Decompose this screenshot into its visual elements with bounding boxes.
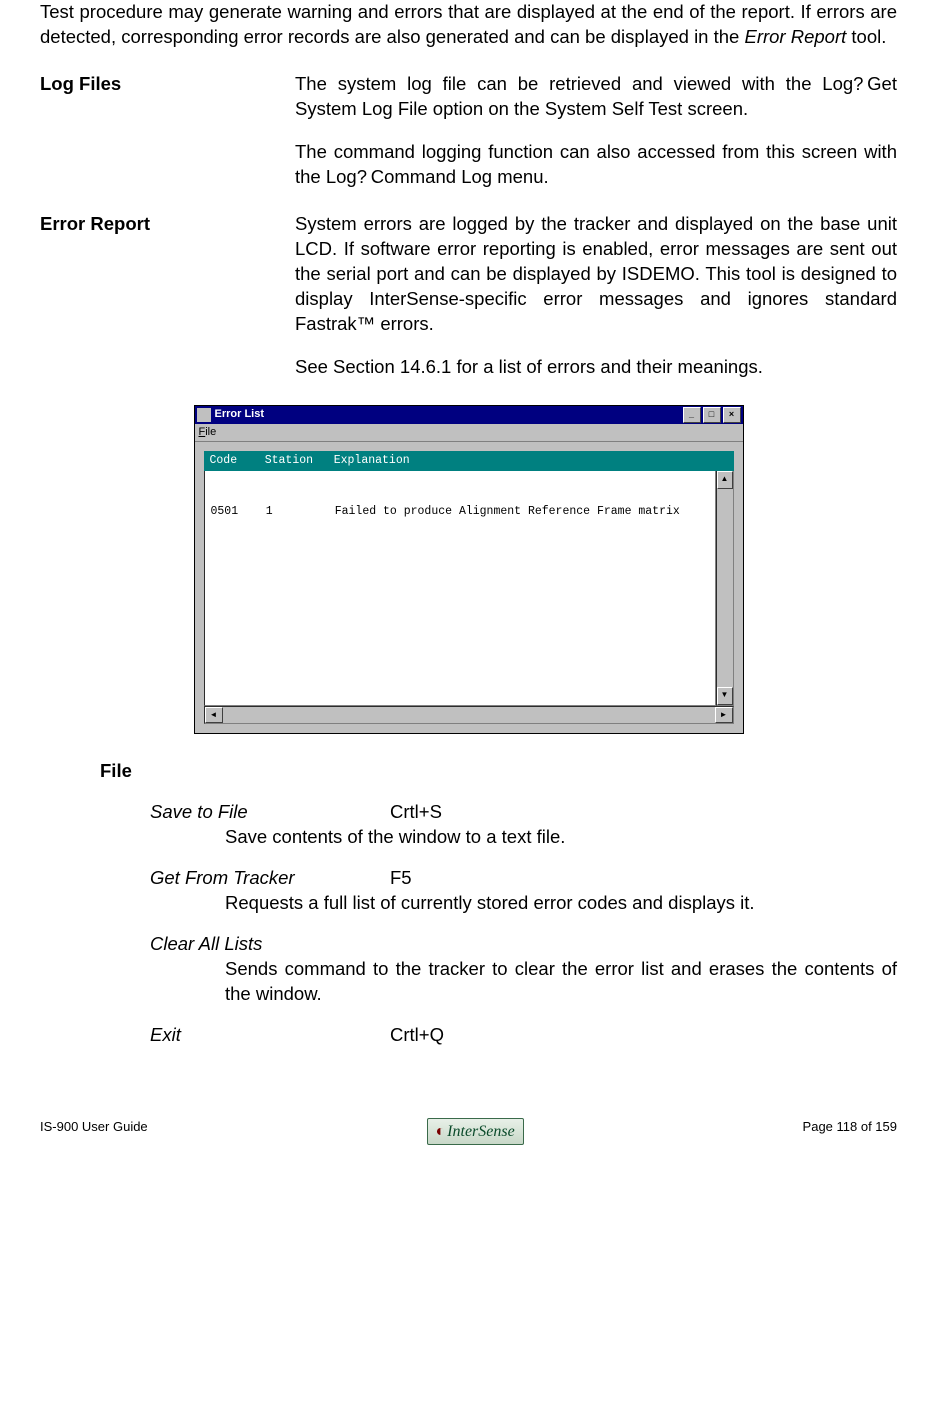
window-icon xyxy=(197,408,211,422)
intersense-logo: ◐InterSense xyxy=(427,1118,524,1146)
minimize-button[interactable]: _ xyxy=(683,407,701,423)
footer-right: Page 118 of 159 xyxy=(803,1118,897,1136)
menu-item-save: Save to File Crtl+S Save contents of the… xyxy=(150,800,897,850)
menu-shortcut: Crtl+S xyxy=(390,800,442,825)
scroll-down-button[interactable]: ▼ xyxy=(717,687,733,705)
error-list-window: Error List _ □ × File Code Station Expla… xyxy=(194,405,744,734)
window-titlebar[interactable]: Error List _ □ × xyxy=(195,406,743,424)
log-files-p2: The command logging function can also ac… xyxy=(295,140,897,190)
error-report-p2: See Section 14.6.1 for a list of errors … xyxy=(295,355,897,380)
file-menu-section: File Save to File Crtl+S Save contents o… xyxy=(100,759,897,1048)
menu-desc: Requests a full list of currently stored… xyxy=(225,891,897,916)
menu-desc: Save contents of the window to a text fi… xyxy=(225,825,897,850)
vertical-scrollbar[interactable]: ▲ ▼ xyxy=(716,471,734,706)
close-button[interactable]: × xyxy=(723,407,741,423)
file-menu-title: File xyxy=(100,759,897,784)
log-files-label: Log Files xyxy=(40,72,295,190)
menu-name: Save to File xyxy=(150,800,390,825)
list-header: Code Station Explanation xyxy=(204,451,734,471)
menu-item-get: Get From Tracker F5 Requests a full list… xyxy=(150,866,897,916)
menu-shortcut: Crtl+Q xyxy=(390,1023,444,1048)
error-report-p1: System errors are logged by the tracker … xyxy=(295,212,897,337)
window-title: Error List xyxy=(215,407,683,422)
scroll-up-button[interactable]: ▲ xyxy=(717,471,733,489)
log-files-p1: The system log file can be retrieved and… xyxy=(295,72,897,122)
maximize-button[interactable]: □ xyxy=(703,407,721,423)
list-row: 0501 1 Failed to produce Alignment Refer… xyxy=(211,504,709,520)
intro-text-italic: Error Report xyxy=(744,26,846,47)
menu-shortcut: F5 xyxy=(390,866,412,891)
error-report-label: Error Report xyxy=(40,212,295,380)
scroll-right-button[interactable]: ► xyxy=(715,707,733,723)
intro-paragraph: Test procedure may generate warning and … xyxy=(40,0,897,50)
intro-text-b: tool. xyxy=(846,26,886,47)
menu-file[interactable]: File xyxy=(199,426,217,438)
menu-name: Clear All Lists xyxy=(150,932,390,957)
window-menubar: File xyxy=(195,424,743,443)
menu-item-exit: Exit Crtl+Q xyxy=(150,1023,897,1048)
footer-left: IS-900 User Guide xyxy=(40,1118,148,1136)
menu-desc: Sends command to the tracker to clear th… xyxy=(225,957,897,1007)
horizontal-scrollbar[interactable]: ◄ ► xyxy=(204,706,734,724)
section-error-report: Error Report System errors are logged by… xyxy=(40,212,897,380)
page-footer: IS-900 User Guide ◐InterSense Page 118 o… xyxy=(40,1118,897,1146)
section-log-files: Log Files The system log file can be ret… xyxy=(40,72,897,190)
list-body: 0501 1 Failed to produce Alignment Refer… xyxy=(204,471,716,706)
menu-name: Exit xyxy=(150,1023,390,1048)
menu-name: Get From Tracker xyxy=(150,866,390,891)
scroll-left-button[interactable]: ◄ xyxy=(205,707,223,723)
menu-item-clear: Clear All Lists Sends command to the tra… xyxy=(150,932,897,1007)
